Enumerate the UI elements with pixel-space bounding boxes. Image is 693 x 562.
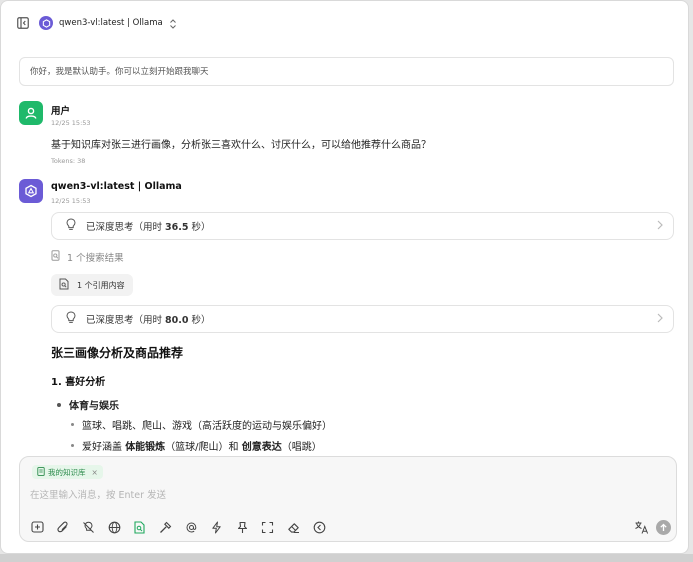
deep-thinking-panel-1[interactable]: 已深度思考（用时 36.5 秒） <box>51 212 674 240</box>
knowledge-base-chip[interactable]: 我的知识库 × <box>32 465 103 479</box>
close-icon[interactable]: × <box>92 468 98 477</box>
reference-chip-label: 1 个引用内容 <box>77 280 125 290</box>
pin-icon[interactable] <box>235 520 250 535</box>
user-avatar <box>19 101 43 125</box>
fullscreen-icon[interactable] <box>260 520 275 535</box>
user-message-text: 基于知识库对张三进行画像，分析张三喜欢什么、讨厌什么，可以给他推荐什么商品？ <box>51 140 431 151</box>
reference-doc-icon <box>59 278 69 292</box>
answer-section-title: 1. 喜好分析 <box>51 377 106 388</box>
assistant-message: qwen3-vl:latest | Ollama 12/25 15:53 已深度… <box>19 179 674 454</box>
knowledge-base-label: 我的知识库 <box>48 467 86 477</box>
search-results-label: 1 个搜索结果 <box>67 253 124 264</box>
eraser-icon[interactable] <box>286 520 301 535</box>
lightbulb-icon <box>66 311 76 327</box>
user-message: 用户 12/25 15:53 基于知识库对张三进行画像，分析张三喜欢什么、讨厌什… <box>19 101 674 169</box>
composer-toolbar <box>30 520 337 535</box>
assistant-message-time: 12/25 15:53 <box>51 197 91 205</box>
thinking-label: 已深度思考（用时 80.0 秒） <box>86 315 211 326</box>
sidebar-toggle-icon[interactable] <box>17 17 29 29</box>
lightbulb-icon <box>66 218 76 234</box>
reference-chip[interactable]: 1 个引用内容 <box>51 274 133 296</box>
send-button[interactable] <box>656 520 671 535</box>
at-mention-icon[interactable] <box>184 520 199 535</box>
knowledge-base-search-icon[interactable] <box>132 520 147 535</box>
bottom-strip <box>0 554 693 562</box>
deep-thinking-panel-2[interactable]: 已深度思考（用时 80.0 秒） <box>51 305 674 333</box>
user-message-tokens: Tokens: 38 <box>51 157 86 165</box>
chevron-right-icon <box>657 313 663 326</box>
globe-icon[interactable] <box>107 520 122 535</box>
app-window: qwen3-vl:latest | Ollama 你好，我是默认助手。你可以立刻… <box>0 0 689 554</box>
assistant-sender-name: qwen3-vl:latest | Ollama <box>51 181 182 192</box>
model-name: qwen3-vl:latest | Ollama <box>59 18 163 28</box>
search-results-toggle[interactable]: 1 个搜索结果 <box>51 250 124 264</box>
list-item: 爱好涵盖 体能锻炼 （篮球/爬山）和 创意表达 （唱跳） <box>71 438 322 453</box>
chevron-right-icon <box>657 220 663 233</box>
top-bar: qwen3-vl:latest | Ollama <box>1 1 688 45</box>
paperclip-icon[interactable] <box>56 520 71 535</box>
model-logo-icon <box>39 16 53 30</box>
thinking-label: 已深度思考（用时 36.5 秒） <box>86 222 211 233</box>
new-topic-icon[interactable] <box>30 520 45 535</box>
lightning-icon[interactable] <box>209 520 224 535</box>
message-composer: 我的知识库 × <box>19 456 677 542</box>
lightbulb-off-icon[interactable] <box>81 520 96 535</box>
back-circle-icon[interactable] <box>312 520 327 535</box>
search-result-icon <box>51 250 61 264</box>
model-selector[interactable]: qwen3-vl:latest | Ollama <box>39 14 177 33</box>
translate-icon[interactable] <box>634 520 649 539</box>
arrow-up-icon <box>660 523 667 531</box>
user-message-time: 12/25 15:53 <box>51 119 91 127</box>
user-sender-name: 用户 <box>51 106 71 117</box>
answer-heading: 张三画像分析及商品推荐 <box>51 346 184 360</box>
assistant-greeting: 你好，我是默认助手。你可以立刻开始跟我聊天 <box>19 57 674 86</box>
message-input[interactable] <box>30 487 630 503</box>
hammer-icon[interactable] <box>158 520 173 535</box>
list-item: 体育与娱乐 <box>57 397 119 412</box>
assistant-avatar <box>19 179 43 203</box>
knowledge-base-icon <box>37 466 45 478</box>
thinking-duration: 80.0 <box>165 315 189 326</box>
thinking-duration: 36.5 <box>165 222 189 233</box>
chevron-updown-icon <box>169 14 177 33</box>
list-item: 篮球、唱跳、爬山、游戏（高活跃度的运动与娱乐偏好） <box>71 417 332 432</box>
